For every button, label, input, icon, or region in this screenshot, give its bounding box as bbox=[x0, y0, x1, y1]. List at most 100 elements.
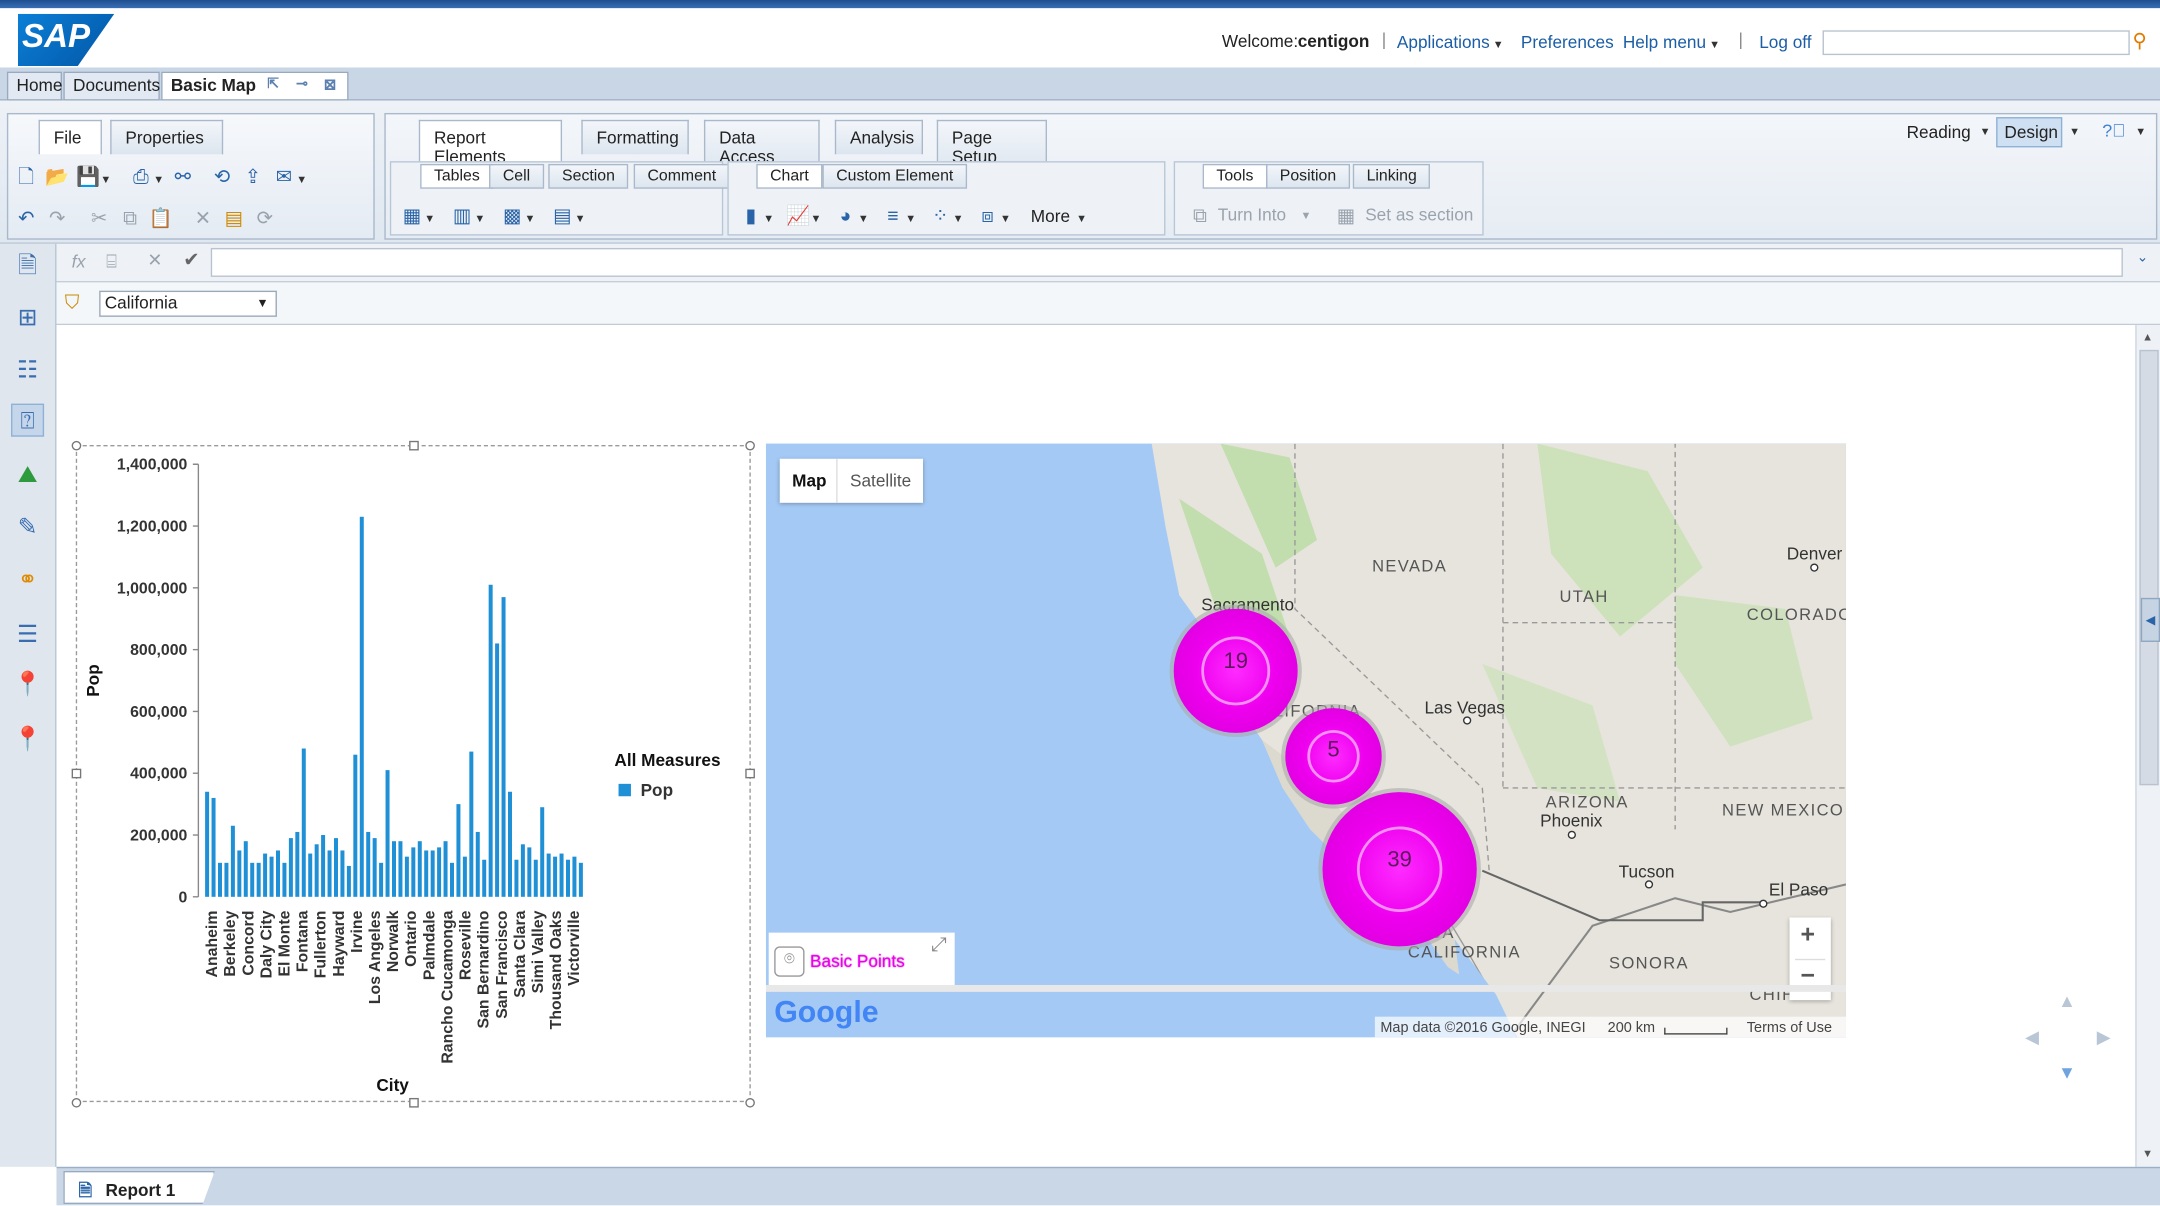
pan-down-icon[interactable]: ▼ bbox=[2058, 1062, 2076, 1083]
tab-documents[interactable]: Documents bbox=[63, 71, 160, 101]
terms-link[interactable]: Terms of Use bbox=[1747, 1019, 1832, 1036]
pan-up-icon[interactable]: ▲ bbox=[2058, 990, 2076, 1011]
history-icon[interactable]: ⟲ bbox=[210, 165, 235, 187]
copy-icon[interactable]: ⧉ bbox=[118, 207, 143, 229]
vertical-table-icon[interactable]: ▦ bbox=[400, 204, 425, 226]
chevron-down-icon[interactable]: ▼ bbox=[424, 212, 435, 224]
expand-icon[interactable]: ⤢ bbox=[931, 933, 946, 956]
search-icon[interactable]: ⚲ bbox=[2133, 29, 2147, 52]
turn-into-icon[interactable]: ⧉ bbox=[1187, 204, 1212, 226]
delete-icon[interactable]: ✕ bbox=[190, 207, 215, 229]
open-folder-icon[interactable]: 📂 bbox=[45, 165, 70, 187]
chevron-down-icon[interactable]: ▼ bbox=[953, 212, 964, 224]
expand-icon[interactable]: ⌄ bbox=[2137, 251, 2149, 266]
print-icon[interactable]: ⎙ bbox=[129, 165, 154, 187]
tab-section[interactable]: Section bbox=[548, 163, 629, 189]
chevron-down-icon[interactable]: ▼ bbox=[153, 174, 164, 186]
map-pin-icon[interactable]: 📍 bbox=[11, 723, 44, 756]
undo-icon[interactable]: ↶ bbox=[14, 207, 39, 229]
tab-chart[interactable]: Chart bbox=[756, 163, 823, 189]
map-cluster-marker[interactable]: 39 bbox=[1322, 792, 1477, 947]
formula-icon[interactable]: fx bbox=[72, 251, 86, 272]
share-icon[interactable]: ⚭ bbox=[11, 563, 44, 596]
scroll-up-icon[interactable]: ▲ bbox=[2142, 331, 2153, 343]
format-painter-icon[interactable]: ▤ bbox=[221, 207, 246, 229]
tab-position[interactable]: Position bbox=[1266, 163, 1350, 189]
close-icon[interactable]: ⊠ bbox=[324, 76, 337, 94]
help-menu[interactable]: Help menu ▼ bbox=[1623, 33, 1720, 52]
form-icon[interactable]: ▤ bbox=[550, 204, 575, 226]
comments-icon[interactable]: ☰ bbox=[11, 619, 44, 652]
tab-tools[interactable]: Tools bbox=[1202, 163, 1268, 189]
log-off-link[interactable]: Log off bbox=[1759, 33, 1811, 52]
scroll-thumb[interactable] bbox=[2139, 349, 2159, 786]
applications-menu[interactable]: Applications ▼ bbox=[1397, 33, 1504, 52]
cancel-icon[interactable]: ✕ bbox=[147, 249, 162, 271]
chevron-down-icon[interactable]: ▼ bbox=[575, 212, 586, 224]
chevron-down-icon[interactable]: ▼ bbox=[905, 212, 916, 224]
horizontal-table-icon[interactable]: ▥ bbox=[450, 204, 475, 226]
chevron-down-icon[interactable]: ▼ bbox=[811, 212, 822, 224]
filter-bar-icon[interactable]: ⍰ bbox=[11, 403, 45, 437]
preferences-link[interactable]: Preferences bbox=[1521, 33, 1614, 52]
satellite-button[interactable]: Satellite bbox=[850, 471, 911, 490]
map-button[interactable]: Map bbox=[792, 471, 826, 490]
turn-into-button[interactable]: Turn Into bbox=[1218, 205, 1286, 224]
reading-mode-button[interactable]: Reading bbox=[1907, 123, 1971, 142]
line-chart-icon[interactable]: 📈 bbox=[786, 204, 811, 226]
input-controls-icon[interactable]: ☷ bbox=[11, 354, 44, 387]
tab-analysis[interactable]: Analysis bbox=[834, 119, 923, 155]
chevron-down-icon[interactable]: ▼ bbox=[296, 174, 307, 186]
scatter-chart-icon[interactable]: ⁘ bbox=[928, 204, 953, 226]
chevron-down-icon[interactable]: ▼ bbox=[525, 212, 536, 224]
bar-chart-icon[interactable]: ▮ bbox=[738, 204, 763, 226]
map-cluster-marker[interactable]: 5 bbox=[1285, 708, 1382, 805]
filter-dropdown[interactable]: California ▼ bbox=[99, 290, 277, 317]
chevron-down-icon[interactable]: ▼ bbox=[1980, 125, 1991, 137]
chevron-down-icon[interactable]: ▼ bbox=[1000, 212, 1011, 224]
point-chart-icon[interactable]: ≡ bbox=[880, 204, 905, 226]
refresh-icon[interactable]: ⟳ bbox=[252, 207, 277, 229]
tab-cell[interactable]: Cell bbox=[489, 163, 544, 189]
tab-comment[interactable]: Comment bbox=[633, 163, 730, 189]
new-document-icon[interactable]: 🗋 bbox=[14, 165, 39, 187]
map-chart-icon[interactable]: ⧈ bbox=[975, 204, 1000, 226]
pie-chart-icon[interactable]: ◕ bbox=[833, 204, 858, 226]
web-service-icon[interactable]: ⛰ bbox=[11, 459, 44, 492]
email-icon[interactable]: ✉ bbox=[271, 165, 296, 187]
pan-right-icon[interactable]: ▶ bbox=[2097, 1026, 2111, 1048]
help-icon[interactable]: ?⃝ bbox=[2102, 120, 2125, 141]
tab-linking[interactable]: Linking bbox=[1352, 163, 1431, 189]
search-input[interactable] bbox=[1822, 30, 2130, 56]
validate-icon[interactable]: ✔ bbox=[183, 248, 199, 271]
chevron-down-icon[interactable]: ▼ bbox=[100, 174, 111, 186]
chevron-down-icon[interactable]: ▼ bbox=[2069, 125, 2080, 137]
cut-icon[interactable]: ✂ bbox=[87, 207, 112, 229]
pan-left-icon[interactable]: ◀ bbox=[2025, 1026, 2039, 1048]
design-mode-button[interactable]: Design bbox=[1996, 117, 2063, 148]
navigation-map-icon[interactable]: ⊞ bbox=[11, 302, 44, 335]
collapse-side-panel-icon[interactable]: ◀ bbox=[2140, 597, 2160, 642]
tab-properties[interactable]: Properties bbox=[110, 119, 224, 155]
chevron-down-icon[interactable]: ▼ bbox=[763, 212, 774, 224]
tab-basic-map[interactable]: Basic Map ⇱ ⊸ ⊠ bbox=[161, 71, 349, 101]
tab-formatting[interactable]: Formatting bbox=[581, 119, 689, 155]
paste-icon[interactable]: 📋 bbox=[149, 207, 174, 229]
export-icon[interactable]: ⇪ bbox=[240, 165, 265, 187]
chevron-down-icon[interactable]: ▼ bbox=[1300, 209, 1311, 221]
document-structure-icon[interactable]: 🗎 bbox=[11, 249, 44, 282]
formula-input[interactable] bbox=[210, 247, 2123, 277]
set-as-section-icon[interactable]: ▦ bbox=[1334, 204, 1359, 226]
tab-file[interactable]: File bbox=[38, 119, 102, 155]
chevron-down-icon[interactable]: ▼ bbox=[1076, 212, 1087, 224]
crosstab-icon[interactable]: ▩ bbox=[500, 204, 525, 226]
tab-report-1[interactable]: 🗎 Report 1 bbox=[63, 1170, 215, 1205]
save-icon[interactable]: 💾 bbox=[76, 165, 101, 187]
vertical-scrollbar[interactable]: ▲ ▼ bbox=[2135, 325, 2160, 1167]
pin-icon[interactable]: ⊸ bbox=[296, 77, 308, 92]
find-icon[interactable]: ⚯ bbox=[170, 165, 195, 187]
tab-home[interactable]: Home bbox=[6, 71, 62, 101]
map-pin-icon[interactable]: 📍 bbox=[11, 668, 44, 701]
detach-icon[interactable]: ⇱ bbox=[267, 77, 279, 92]
map-pin-icon[interactable]: ⌾ bbox=[774, 946, 805, 977]
